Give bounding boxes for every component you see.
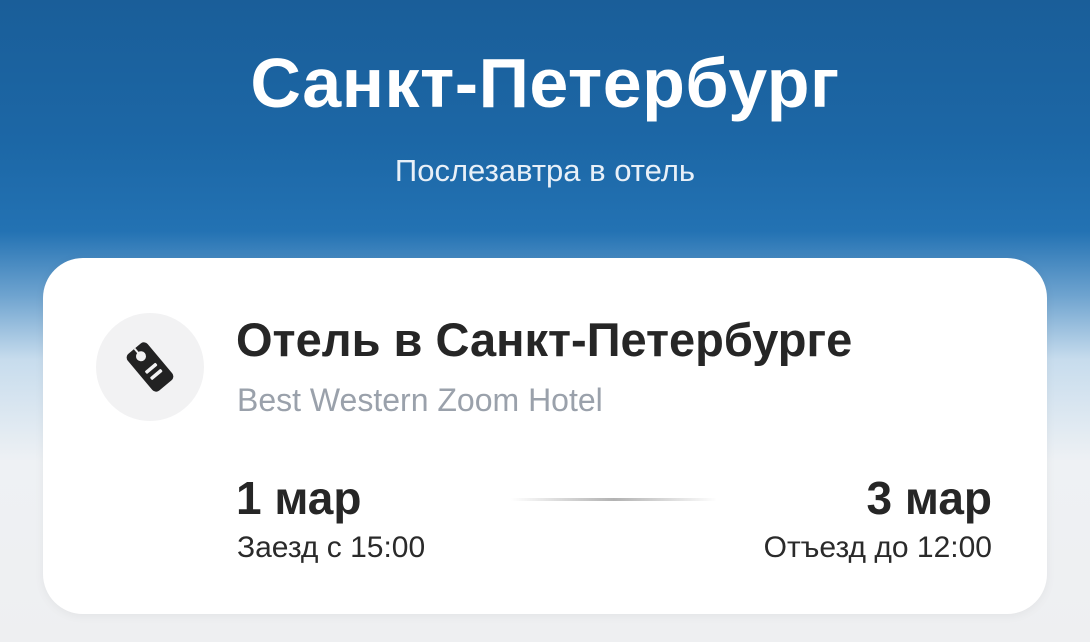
checkout-time: Отъезд до 12:00 [763, 531, 992, 564]
stay-divider [511, 498, 717, 501]
hotel-title: Отель в Санкт-Петербурге [236, 313, 853, 366]
city-title: Санкт-Петербург [250, 44, 840, 122]
hotel-brand-name: Best Western Zoom Hotel [237, 382, 603, 418]
checkin-time: Заезд с 15:00 [237, 531, 426, 564]
checkin-date: 1 мар [236, 472, 362, 524]
trip-subtitle: Послезавтра в отель [394, 153, 696, 188]
hotel-booking-card[interactable]: Отель в Санкт-Петербурге Best Western Zo… [43, 258, 1047, 614]
checkout-date: 3 мар [866, 472, 992, 524]
door-hanger-icon [96, 313, 204, 421]
